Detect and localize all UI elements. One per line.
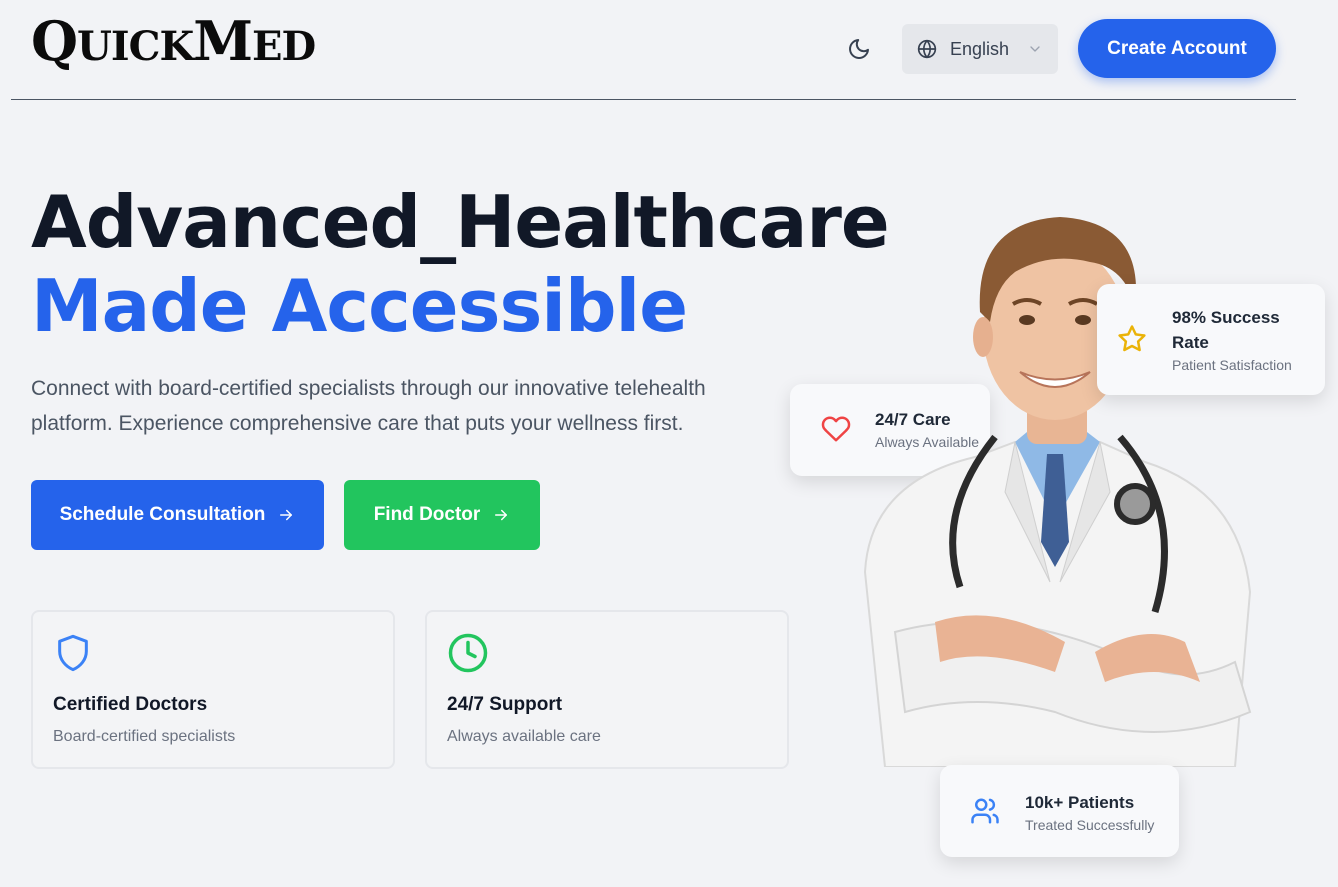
users-icon [970, 796, 1000, 831]
hero-description: Connect with board-certified specialists… [31, 377, 706, 435]
feature-subtitle: Board-certified specialists [53, 728, 236, 745]
feature-card-certified: Certified Doctors Board-certified specia… [31, 610, 395, 769]
find-doctor-label: Find Doctor [373, 504, 481, 525]
theme-toggle-button[interactable] [844, 34, 874, 64]
stat-subtitle: Patient Satisfaction [1172, 357, 1292, 373]
shield-icon [53, 632, 93, 679]
stat-title-line2: Rate [1172, 333, 1209, 352]
stat-card-success: 98% Success Rate Patient Satisfaction [1097, 284, 1325, 395]
heart-icon [820, 414, 852, 449]
hero-title-line2: Made Accessible [31, 264, 688, 348]
create-account-button[interactable]: Create Account [1078, 19, 1276, 78]
logo-text-ed: ED [252, 23, 316, 70]
language-label: English [950, 38, 1010, 59]
chevron-down-icon [1027, 41, 1043, 57]
doctor-illustration [863, 217, 1252, 767]
arrow-right-icon [277, 506, 295, 524]
logo-letter-m: M [193, 9, 253, 73]
schedule-consultation-button[interactable]: Schedule Consultation [31, 480, 324, 550]
quickmed-logo[interactable]: QUICKMED [31, 14, 316, 70]
feature-subtitle: Always available care [447, 728, 601, 745]
moon-icon [849, 39, 869, 59]
hero-title-line1: Advanced_Healthcare [31, 180, 890, 264]
feature-card-support: 24/7 Support Always available care [425, 610, 789, 769]
hero-title: Advanced_Healthcare Made Accessible [31, 180, 890, 348]
stat-title-line1: 98% Success [1172, 308, 1280, 327]
logo-letter-q: Q [31, 9, 78, 73]
feature-title: Certified Doctors [53, 694, 208, 715]
globe-icon [917, 39, 937, 59]
arrow-right-icon [492, 506, 510, 524]
stat-title: 10k+ Patients [1025, 793, 1135, 812]
star-icon [1117, 324, 1147, 359]
stat-subtitle: Treated Successfully [1025, 817, 1155, 833]
top-navbar: QUICKMED English Create Account [11, 0, 1296, 100]
stat-card-patients: 10k+ Patients Treated Successfully [940, 765, 1179, 857]
language-select[interactable]: English [902, 24, 1058, 74]
schedule-consultation-label: Schedule Consultation [59, 504, 266, 525]
find-doctor-button[interactable]: Find Doctor [344, 480, 540, 550]
feature-title: 24/7 Support [447, 694, 563, 715]
logo-text-uick: UICK [77, 23, 194, 70]
clock-icon [447, 632, 489, 679]
